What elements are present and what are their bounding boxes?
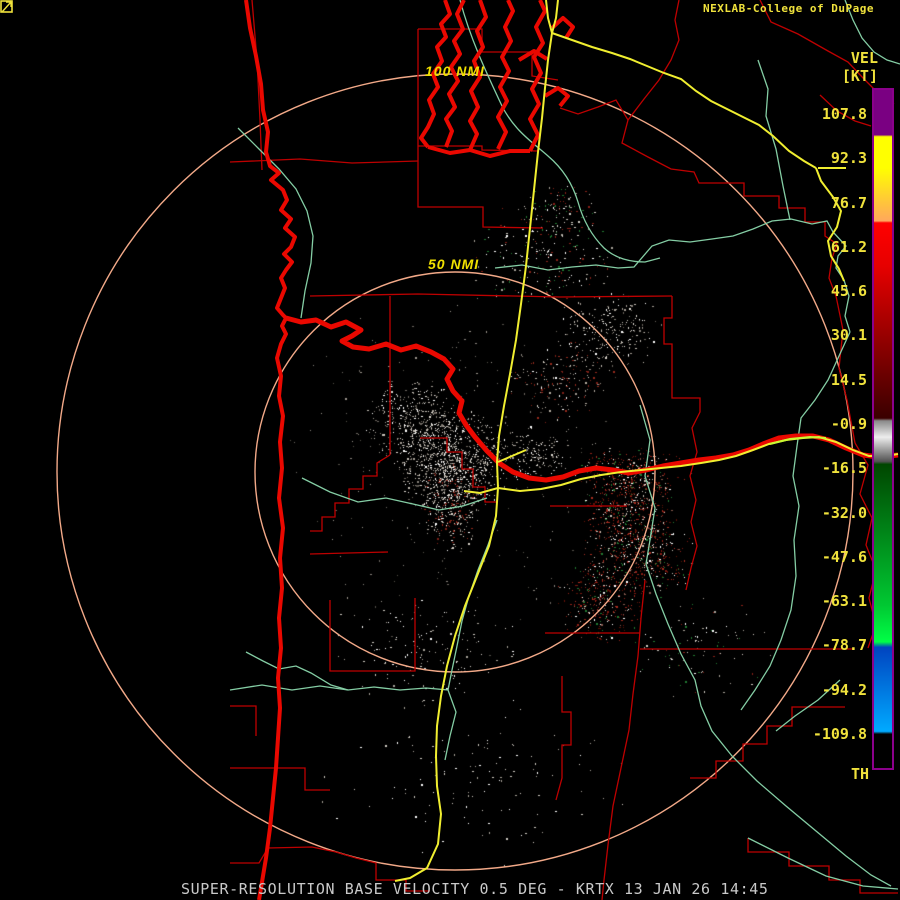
nexlab-title: NEXLAB-College of DuPage xyxy=(703,2,874,15)
range-ring-label-50nmi: 50 NMI xyxy=(428,256,480,272)
colorbar-tick-label: -16.5 xyxy=(821,459,867,478)
velocity-colorbar xyxy=(872,88,894,770)
colorbar-tick-label: -47.6 xyxy=(821,547,867,566)
county-borders xyxy=(229,0,898,900)
columbia-river xyxy=(285,315,899,483)
range-ring-label-100nmi: 100 NMI xyxy=(425,63,485,79)
product-title: SUPER-RESOLUTION BASE VELOCITY 0.5 DEG -… xyxy=(181,880,769,898)
base-map-overlay xyxy=(56,0,900,900)
colorbar-tick-label: 92.3 xyxy=(830,149,867,168)
colorbar-tick-label: -94.2 xyxy=(821,680,867,699)
colorbar-tick-label: -78.7 xyxy=(821,636,867,655)
radar-display: NEXLAB-College of DuPage VEL [KT] 107.8 9… xyxy=(0,0,900,900)
colorbar-tick-label: -0.9 xyxy=(830,414,867,433)
colorbar-threshold-label: TH xyxy=(850,765,869,783)
colorbar-tick-label: -32.0 xyxy=(821,503,867,522)
colorbar-tick-label: 76.7 xyxy=(830,193,867,212)
colorbar-tick-label: -109.8 xyxy=(812,724,867,743)
coastline xyxy=(244,0,297,900)
rivers xyxy=(229,0,900,890)
colorbar-tick-label: 14.5 xyxy=(830,370,867,389)
colorbar-tick-label: 107.8 xyxy=(821,105,867,123)
colorbar-tick-label: 45.6 xyxy=(830,282,867,301)
colorbar-units: [KT] xyxy=(841,67,878,85)
colorbar-tick-label: 30.1 xyxy=(830,326,867,345)
colorbar-title: VEL xyxy=(850,49,878,67)
range-rings xyxy=(56,73,854,871)
colorbar-tick-label: 61.2 xyxy=(830,237,867,256)
colorbar-tick-label: -63.1 xyxy=(821,592,867,611)
range-ring-100nmi xyxy=(56,73,854,871)
kite-logo-icon xyxy=(0,0,13,13)
range-ring-50nmi xyxy=(254,271,656,673)
